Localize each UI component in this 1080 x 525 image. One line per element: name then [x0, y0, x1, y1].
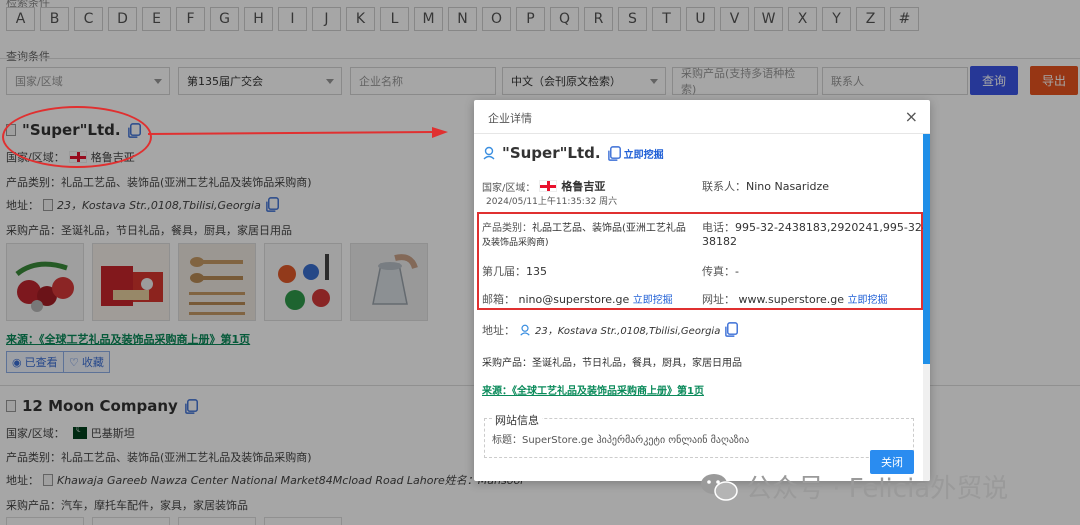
modal-contact: 联系人：Nino Nasaridze	[702, 178, 829, 194]
modal-category: 产品类别：礼品工艺品、装饰品(亚洲工艺礼品 及装饰品采购商)	[482, 222, 686, 250]
address-value: 23，Kostava Str.,0108,Tbilisi,Georgia	[535, 326, 721, 337]
modal-date: 2024/05/11上午11:35:32 周六	[486, 197, 618, 207]
modal-header: 企业详情 ×	[474, 100, 930, 134]
session-value: 135	[526, 265, 547, 278]
company-detail-modal: 企业详情 × "Super"Ltd. 立即挖掘 国家/区域： 格鲁吉亚 2024…	[474, 100, 930, 481]
phone-label: 电话：	[702, 221, 735, 234]
session-label: 第几届：	[482, 265, 526, 278]
location-icon	[483, 146, 495, 160]
modal-source-link[interactable]: 来源：《全球工艺礼品及装饰品采购商上册》第1页	[482, 382, 704, 397]
email-value[interactable]: nino@superstore.ge	[519, 293, 630, 306]
website-info-line: 标题：SuperStore.ge ჰიპერმარკეტი ონლაინ მაღ…	[492, 435, 750, 446]
mine-link[interactable]: 立即挖掘	[624, 146, 664, 161]
watermark: 公众号 · Felicia外贸说	[700, 468, 1008, 505]
wechat-icon	[701, 473, 738, 501]
website-info-title: 网站信息	[492, 412, 542, 428]
location-icon	[520, 324, 530, 336]
contact-value: Nino Nasaridze	[746, 180, 830, 193]
category-value-line1: 礼品工艺品、装饰品(亚洲工艺礼品	[532, 223, 686, 234]
country-value: 格鲁吉亚	[561, 180, 606, 193]
fax-label: 传真：	[702, 265, 735, 278]
modal-purchase: 采购产品：圣诞礼品，节日礼品，餐具，厨具，家居日用品	[482, 358, 742, 369]
modal-company-name: "Super"Ltd. 立即挖掘	[482, 144, 664, 162]
modal-address: 地址： 23，Kostava Str.,0108,Tbilisi,Georgia	[482, 321, 741, 338]
address-label: 地址：	[482, 323, 515, 337]
scrollbar-thumb[interactable]	[923, 134, 930, 364]
modal-session: 第几届：135	[482, 263, 547, 279]
modal-country: 国家/区域： 格鲁吉亚	[482, 178, 605, 194]
annotation-ellipse	[2, 106, 152, 168]
georgia-flag-icon	[539, 180, 558, 192]
phone-value-line1: 995-32-2438183,2920241,995-32-24	[735, 221, 930, 234]
country-label: 国家/区域：	[482, 182, 536, 194]
close-icon[interactable]: ×	[905, 107, 918, 126]
website-mine-link[interactable]: 立即挖掘	[848, 295, 888, 306]
website-label: 网址：	[702, 293, 735, 306]
modal-title: 企业详情	[488, 112, 532, 125]
annotation-arrow	[148, 127, 448, 138]
contact-label: 联系人：	[702, 180, 746, 193]
copy-icon[interactable]	[724, 321, 741, 338]
modal-website: 网址： www.superstore.ge 立即挖掘	[702, 291, 888, 307]
website-value[interactable]: www.superstore.ge	[739, 293, 845, 306]
modal-company-name-text: "Super"Ltd.	[502, 144, 601, 162]
email-mine-link[interactable]: 立即挖掘	[633, 295, 673, 306]
modal-fax: 传真：-	[702, 263, 739, 279]
modal-phone: 电话：995-32-2438183,2920241,995-32-24 3818…	[702, 221, 930, 249]
watermark-text: 公众号 · Felicia外贸说	[746, 474, 1009, 504]
fax-value: -	[735, 265, 739, 278]
email-label: 邮箱：	[482, 293, 515, 306]
modal-email: 邮箱： nino@superstore.ge 立即挖掘	[482, 291, 673, 307]
copy-icon[interactable]	[607, 145, 624, 162]
category-label: 产品类别：	[482, 223, 532, 234]
category-value-line2: 及装饰品采购商)	[482, 238, 549, 248]
phone-value-line2: 38182	[702, 235, 737, 248]
